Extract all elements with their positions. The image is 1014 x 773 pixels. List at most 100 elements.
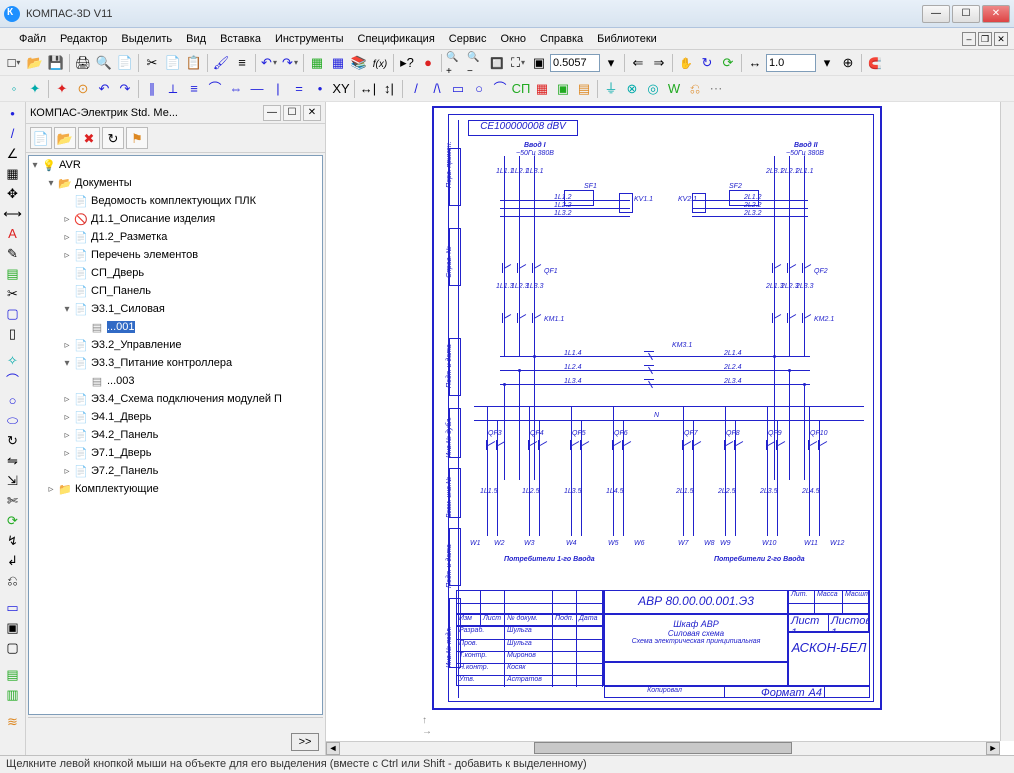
- zoomout-button[interactable]: [466, 53, 486, 73]
- lib-button[interactable]: 📚: [349, 53, 369, 73]
- menu-service[interactable]: Сервис: [442, 31, 494, 47]
- menu-file[interactable]: Файл: [12, 31, 53, 47]
- minimize-button[interactable]: —: [922, 5, 950, 23]
- zoomwin-button[interactable]: [487, 53, 507, 73]
- next-view-button[interactable]: ⇒: [649, 53, 669, 73]
- vt-dim[interactable]: ⟷: [3, 204, 23, 223]
- constr-collin-button[interactable]: ≡: [184, 79, 204, 99]
- vt-grid[interactable]: ▦: [3, 164, 23, 183]
- maximize-button[interactable]: ☐: [952, 5, 980, 23]
- constr-tan-button[interactable]: [205, 79, 225, 99]
- vt-snap[interactable]: ✧: [3, 351, 23, 370]
- menu-view[interactable]: Вид: [179, 31, 213, 47]
- vt-trim[interactable]: ✄: [3, 491, 23, 510]
- step-button[interactable]: [745, 53, 765, 73]
- vt-x[interactable]: ↯: [3, 531, 23, 550]
- copy-button[interactable]: [163, 53, 183, 73]
- menu-spec[interactable]: Спецификация: [351, 31, 442, 47]
- vt-line[interactable]: /: [3, 124, 23, 143]
- elec-wire-button[interactable]: W: [664, 79, 684, 99]
- menu-editor[interactable]: Редактор: [53, 31, 114, 47]
- whatsthis-button[interactable]: [397, 53, 417, 73]
- menu-insert[interactable]: Вставка: [213, 31, 268, 47]
- refresh-button[interactable]: [718, 53, 738, 73]
- close-button[interactable]: ✕: [982, 5, 1010, 23]
- doc-button[interactable]: 📄: [115, 53, 135, 73]
- line-button[interactable]: /: [406, 79, 426, 99]
- vt-tbl[interactable]: ▤: [3, 264, 23, 283]
- coords-button[interactable]: ⊕: [838, 53, 858, 73]
- panel-close-button[interactable]: ✕: [303, 105, 321, 121]
- menu-libs[interactable]: Библиотеки: [590, 31, 664, 47]
- arc-button[interactable]: ⌒: [490, 79, 510, 99]
- menu-tools[interactable]: Инструменты: [268, 31, 351, 47]
- hscrollbar[interactable]: ◄►: [326, 741, 1000, 755]
- panel-settings-button[interactable]: ⚑: [126, 127, 148, 149]
- menu-window[interactable]: Окно: [493, 31, 533, 47]
- vt-offset[interactable]: ⇲: [3, 471, 23, 490]
- vt-oval[interactable]: ⬭: [3, 411, 23, 430]
- mdi-minimize[interactable]: –: [962, 32, 976, 46]
- paste-button[interactable]: [184, 53, 204, 73]
- layer-button[interactable]: ▤: [574, 79, 594, 99]
- panel-max-button[interactable]: ☐: [283, 105, 301, 121]
- vt-mirror[interactable]: ⇋: [3, 451, 23, 470]
- vt-y[interactable]: ↲: [3, 551, 23, 570]
- rotate-button[interactable]: [697, 53, 717, 73]
- undo-button[interactable]: [259, 53, 279, 73]
- zoom-sel-button[interactable]: ▣: [529, 53, 549, 73]
- zoomin-button[interactable]: [445, 53, 465, 73]
- mdi-close[interactable]: ✕: [994, 32, 1008, 46]
- vt-sheet[interactable]: ▯: [3, 324, 23, 343]
- step-input[interactable]: [766, 54, 816, 72]
- spec2-button[interactable]: ▦: [328, 53, 348, 73]
- vt-undo2[interactable]: ⎌: [3, 571, 23, 590]
- panel-delete-button[interactable]: ✖: [78, 127, 100, 149]
- constr-eq-button[interactable]: =: [289, 79, 309, 99]
- elec3-button[interactable]: ◎: [643, 79, 663, 99]
- open-button[interactable]: [25, 53, 45, 73]
- vt-refresh2[interactable]: ⟳: [3, 511, 23, 530]
- constr-horiz-button[interactable]: —: [247, 79, 267, 99]
- elec1-button[interactable]: ⏚: [601, 79, 621, 99]
- vt-cut[interactable]: ✂: [3, 284, 23, 303]
- cut-button[interactable]: [142, 53, 162, 73]
- vt-text[interactable]: A: [3, 224, 23, 243]
- zoomfit-button[interactable]: ⛶: [508, 53, 528, 73]
- vt-point[interactable]: •: [3, 104, 23, 123]
- snap1-button[interactable]: ◦: [4, 79, 24, 99]
- vt-rect2[interactable]: ▭: [3, 598, 23, 617]
- spec-obj-button[interactable]: СП: [511, 79, 531, 99]
- zoom-input[interactable]: [550, 54, 600, 72]
- panel-open-button[interactable]: 📂: [54, 127, 76, 149]
- elec2-button[interactable]: ⊗: [622, 79, 642, 99]
- menu-select[interactable]: Выделить: [114, 31, 179, 47]
- properties-button[interactable]: [232, 53, 252, 73]
- constr-sym-button[interactable]: ⇔: [226, 79, 246, 99]
- redo-button[interactable]: [280, 53, 300, 73]
- prev-view-button[interactable]: ⇐: [628, 53, 648, 73]
- snap2-button[interactable]: ✦: [25, 79, 45, 99]
- vt-sheet2[interactable]: ▢: [3, 638, 23, 657]
- constr-perp-button[interactable]: [163, 79, 183, 99]
- project-tree[interactable]: ▾AVR ▾Документы Ведомость комплектующих …: [28, 155, 323, 715]
- vt-arc[interactable]: ⌒: [3, 371, 23, 390]
- vt-obj[interactable]: ▢: [3, 304, 23, 323]
- circle-button[interactable]: ○: [469, 79, 489, 99]
- stop-button[interactable]: ●: [418, 53, 438, 73]
- panel-min-button[interactable]: —: [263, 105, 281, 121]
- r2-button[interactable]: ↷: [115, 79, 135, 99]
- vt-edit[interactable]: ✎: [3, 244, 23, 263]
- panel-new-button[interactable]: 📄: [30, 127, 52, 149]
- snap4-button[interactable]: ⊙: [73, 79, 93, 99]
- vt-spec2[interactable]: ▥: [3, 685, 23, 704]
- step-dropdown[interactable]: ▾: [817, 53, 837, 73]
- panel-expand-button[interactable]: >>: [291, 733, 319, 751]
- vt-ang[interactable]: ∠: [3, 144, 23, 163]
- rect-button[interactable]: ▭: [448, 79, 468, 99]
- constr-para-button[interactable]: ∥: [142, 79, 162, 99]
- vt-move[interactable]: ✥: [3, 184, 23, 203]
- dim2-button[interactable]: ↕|: [379, 79, 399, 99]
- canvas[interactable]: СЕ100000008 dBV Перв. примен. Справ. № П…: [326, 102, 1014, 755]
- save-button[interactable]: [46, 53, 66, 73]
